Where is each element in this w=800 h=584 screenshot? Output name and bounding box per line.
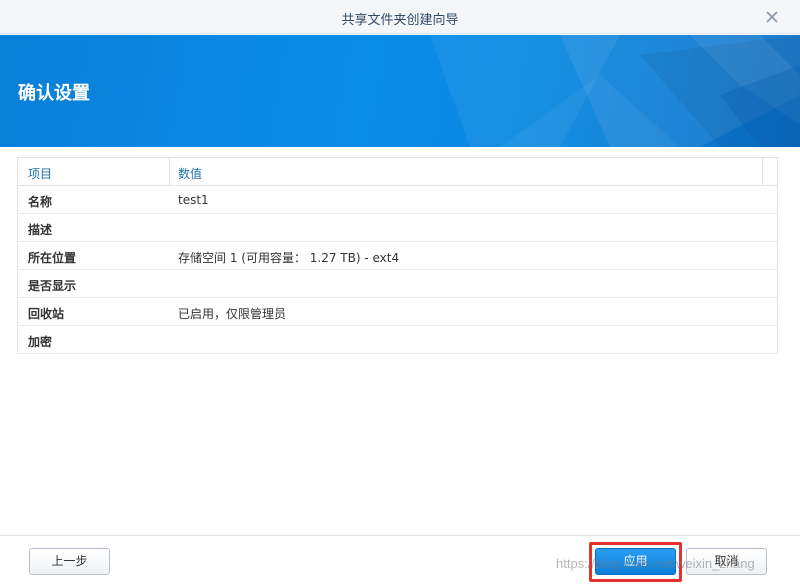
title-bar: 共享文件夹创建向导 <box>0 0 800 34</box>
header-banner: 确认设置 <box>0 35 800 147</box>
close-icon[interactable] <box>762 7 782 27</box>
page-heading: 确认设置 <box>18 83 90 104</box>
table-row[interactable]: 描述 <box>18 214 777 242</box>
row-key: 描述 <box>28 223 53 237</box>
settings-table: 项目 数值 名称 test1 描述 所在位置 存储空间 1 (可用容量： 1.2… <box>17 157 778 354</box>
row-key: 加密 <box>28 335 53 349</box>
table-header: 项目 数值 <box>18 158 777 186</box>
table-row[interactable]: 所在位置 存储空间 1 (可用容量： 1.27 TB) - ext4 <box>18 242 777 270</box>
banner-decoration <box>430 35 800 147</box>
row-key: 名称 <box>28 195 53 209</box>
previous-step-button[interactable]: 上一步 <box>29 548 110 575</box>
row-key: 是否显示 <box>28 279 77 293</box>
column-divider <box>169 158 170 185</box>
table-row[interactable]: 名称 test1 <box>18 186 777 214</box>
row-key: 所在位置 <box>28 251 77 265</box>
table-row[interactable]: 是否显示 <box>18 270 777 298</box>
column-divider <box>762 158 763 185</box>
row-key: 回收站 <box>28 307 65 321</box>
row-value: 存储空间 1 (可用容量： 1.27 TB) - ext4 <box>178 251 400 265</box>
cancel-button[interactable]: 取消 <box>686 548 767 575</box>
window-title: 共享文件夹创建向导 <box>341 13 459 28</box>
column-header-item[interactable]: 项目 <box>28 165 52 182</box>
row-value: test1 <box>178 193 209 207</box>
row-value: 已启用，仅限管理员 <box>178 307 287 321</box>
table-row[interactable]: 加密 <box>18 326 777 354</box>
apply-button[interactable]: 应用 <box>595 548 676 575</box>
wizard-footer: 上一步 应用 取消 https://blog.csdn.net/weixin_z… <box>0 535 800 584</box>
column-header-value[interactable]: 数值 <box>178 165 202 182</box>
table-row[interactable]: 回收站 已启用，仅限管理员 <box>18 298 777 326</box>
